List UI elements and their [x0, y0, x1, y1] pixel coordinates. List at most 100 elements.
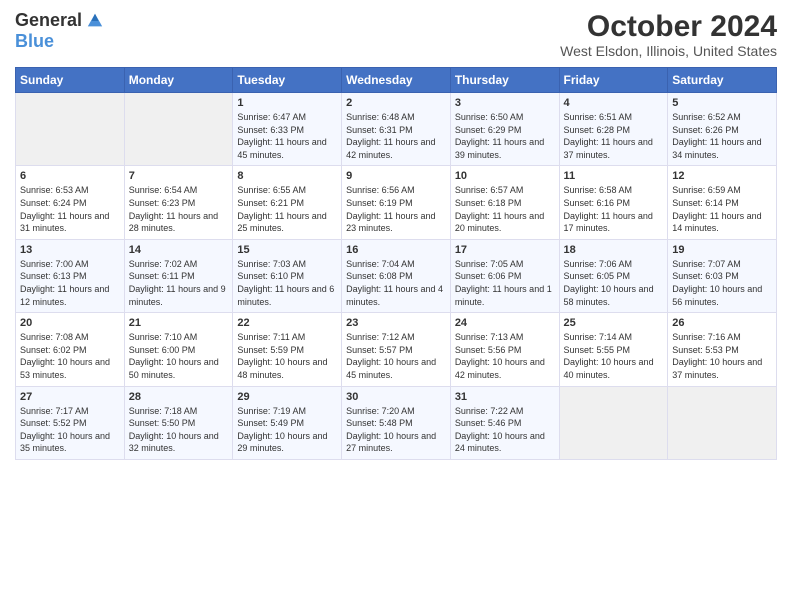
- calendar-cell: 29 Sunrise: 7:19 AMSunset: 5:49 PMDayligh…: [233, 386, 342, 459]
- day-number: 14: [129, 244, 229, 256]
- day-info: Sunrise: 6:47 AMSunset: 6:33 PMDaylight:…: [237, 111, 337, 161]
- day-info: Sunrise: 7:11 AMSunset: 5:59 PMDaylight:…: [237, 331, 337, 381]
- col-monday: Monday: [124, 68, 233, 93]
- calendar-cell: 1 Sunrise: 6:47 AMSunset: 6:33 PMDaylight…: [233, 93, 342, 166]
- calendar-cell: 10Sunrise: 6:57 AMSunset: 6:18 PMDayligh…: [450, 166, 559, 239]
- calendar-week-1: 1 Sunrise: 6:47 AMSunset: 6:33 PMDaylight…: [16, 93, 777, 166]
- day-number: 27: [20, 391, 120, 403]
- logo-blue-text: Blue: [15, 31, 54, 52]
- page: General Blue October 2024 West Elsdon, I…: [0, 0, 792, 612]
- day-info: Sunrise: 7:00 AMSunset: 6:13 PMDaylight:…: [20, 258, 120, 308]
- day-info: Sunrise: 6:51 AMSunset: 6:28 PMDaylight:…: [564, 111, 664, 161]
- calendar-cell: 22 Sunrise: 7:11 AMSunset: 5:59 PMDayligh…: [233, 313, 342, 386]
- logo-icon: [86, 12, 104, 30]
- day-info: Sunrise: 6:54 AMSunset: 6:23 PMDaylight:…: [129, 184, 229, 234]
- calendar-cell: 24Sunrise: 7:13 AMSunset: 5:56 PMDayligh…: [450, 313, 559, 386]
- day-number: 3: [455, 97, 555, 109]
- day-number: 31: [455, 391, 555, 403]
- day-number: 2: [346, 97, 446, 109]
- day-info: Sunrise: 7:19 AMSunset: 5:49 PMDaylight:…: [237, 405, 337, 455]
- calendar-cell: 14 Sunrise: 7:02 AMSunset: 6:11 PMDayligh…: [124, 239, 233, 312]
- col-sunday: Sunday: [16, 68, 125, 93]
- col-wednesday: Wednesday: [342, 68, 451, 93]
- day-number: 20: [20, 317, 120, 329]
- day-number: 23: [346, 317, 446, 329]
- calendar-cell: 16 Sunrise: 7:04 AMSunset: 6:08 PMDayligh…: [342, 239, 451, 312]
- day-info: Sunrise: 6:50 AMSunset: 6:29 PMDaylight:…: [455, 111, 555, 161]
- day-info: Sunrise: 6:53 AMSunset: 6:24 PMDaylight:…: [20, 184, 120, 234]
- calendar-cell: 11Sunrise: 6:58 AMSunset: 6:16 PMDayligh…: [559, 166, 668, 239]
- day-info: Sunrise: 7:13 AMSunset: 5:56 PMDaylight:…: [455, 331, 555, 381]
- day-number: 17: [455, 244, 555, 256]
- calendar-cell: 9 Sunrise: 6:56 AMSunset: 6:19 PMDaylight…: [342, 166, 451, 239]
- calendar-cell: 6 Sunrise: 6:53 AMSunset: 6:24 PMDaylight…: [16, 166, 125, 239]
- day-number: 18: [564, 244, 664, 256]
- day-number: 15: [237, 244, 337, 256]
- day-info: Sunrise: 7:02 AMSunset: 6:11 PMDaylight:…: [129, 258, 229, 308]
- calendar-cell: 15 Sunrise: 7:03 AMSunset: 6:10 PMDayligh…: [233, 239, 342, 312]
- calendar-cell: 7Sunrise: 6:54 AMSunset: 6:23 PMDaylight…: [124, 166, 233, 239]
- calendar-cell: 19 Sunrise: 7:07 AMSunset: 6:03 PMDayligh…: [668, 239, 777, 312]
- col-tuesday: Tuesday: [233, 68, 342, 93]
- day-number: 9: [346, 170, 446, 182]
- day-info: Sunrise: 7:07 AMSunset: 6:03 PMDaylight:…: [672, 258, 772, 308]
- day-info: Sunrise: 7:06 AMSunset: 6:05 PMDaylight:…: [564, 258, 664, 308]
- day-info: Sunrise: 6:56 AMSunset: 6:19 PMDaylight:…: [346, 184, 446, 234]
- title-block: October 2024 West Elsdon, Illinois, Unit…: [560, 10, 777, 59]
- month-title: October 2024: [560, 10, 777, 43]
- calendar-cell: 31 Sunrise: 7:22 AMSunset: 5:46 PMDayligh…: [450, 386, 559, 459]
- calendar-cell: [668, 386, 777, 459]
- calendar-week-3: 13Sunrise: 7:00 AMSunset: 6:13 PMDayligh…: [16, 239, 777, 312]
- day-number: 16: [346, 244, 446, 256]
- day-info: Sunrise: 6:57 AMSunset: 6:18 PMDaylight:…: [455, 184, 555, 234]
- col-friday: Friday: [559, 68, 668, 93]
- calendar-week-4: 20 Sunrise: 7:08 AMSunset: 6:02 PMDayligh…: [16, 313, 777, 386]
- location: West Elsdon, Illinois, United States: [560, 43, 777, 59]
- calendar-table: Sunday Monday Tuesday Wednesday Thursday…: [15, 67, 777, 460]
- calendar-week-2: 6 Sunrise: 6:53 AMSunset: 6:24 PMDaylight…: [16, 166, 777, 239]
- header-row: Sunday Monday Tuesday Wednesday Thursday…: [16, 68, 777, 93]
- calendar-cell: 25 Sunrise: 7:14 AMSunset: 5:55 PMDayligh…: [559, 313, 668, 386]
- day-info: Sunrise: 7:12 AMSunset: 5:57 PMDaylight:…: [346, 331, 446, 381]
- calendar-cell: 27Sunrise: 7:17 AMSunset: 5:52 PMDayligh…: [16, 386, 125, 459]
- day-number: 21: [129, 317, 229, 329]
- day-number: 22: [237, 317, 337, 329]
- calendar-cell: [559, 386, 668, 459]
- day-info: Sunrise: 6:55 AMSunset: 6:21 PMDaylight:…: [237, 184, 337, 234]
- calendar-cell: 3 Sunrise: 6:50 AMSunset: 6:29 PMDaylight…: [450, 93, 559, 166]
- calendar-cell: 20 Sunrise: 7:08 AMSunset: 6:02 PMDayligh…: [16, 313, 125, 386]
- calendar-cell: 2 Sunrise: 6:48 AMSunset: 6:31 PMDaylight…: [342, 93, 451, 166]
- day-number: 8: [237, 170, 337, 182]
- header: General Blue October 2024 West Elsdon, I…: [15, 10, 777, 59]
- day-info: Sunrise: 7:04 AMSunset: 6:08 PMDaylight:…: [346, 258, 446, 308]
- day-number: 1: [237, 97, 337, 109]
- calendar-cell: 17Sunrise: 7:05 AMSunset: 6:06 PMDayligh…: [450, 239, 559, 312]
- day-info: Sunrise: 7:08 AMSunset: 6:02 PMDaylight:…: [20, 331, 120, 381]
- day-info: Sunrise: 7:03 AMSunset: 6:10 PMDaylight:…: [237, 258, 337, 308]
- day-number: 25: [564, 317, 664, 329]
- calendar-cell: 13Sunrise: 7:00 AMSunset: 6:13 PMDayligh…: [16, 239, 125, 312]
- day-number: 28: [129, 391, 229, 403]
- day-info: Sunrise: 7:20 AMSunset: 5:48 PMDaylight:…: [346, 405, 446, 455]
- logo-general-text: General: [15, 10, 82, 31]
- calendar-cell: 12Sunrise: 6:59 AMSunset: 6:14 PMDayligh…: [668, 166, 777, 239]
- day-info: Sunrise: 6:52 AMSunset: 6:26 PMDaylight:…: [672, 111, 772, 161]
- calendar-cell: 5Sunrise: 6:52 AMSunset: 6:26 PMDaylight…: [668, 93, 777, 166]
- calendar-cell: 26Sunrise: 7:16 AMSunset: 5:53 PMDayligh…: [668, 313, 777, 386]
- logo: General Blue: [15, 10, 104, 52]
- day-info: Sunrise: 7:18 AMSunset: 5:50 PMDaylight:…: [129, 405, 229, 455]
- day-info: Sunrise: 7:10 AMSunset: 6:00 PMDaylight:…: [129, 331, 229, 381]
- calendar-cell: 30Sunrise: 7:20 AMSunset: 5:48 PMDayligh…: [342, 386, 451, 459]
- calendar-cell: 23 Sunrise: 7:12 AMSunset: 5:57 PMDayligh…: [342, 313, 451, 386]
- calendar-cell: [124, 93, 233, 166]
- day-info: Sunrise: 7:14 AMSunset: 5:55 PMDaylight:…: [564, 331, 664, 381]
- day-number: 29: [237, 391, 337, 403]
- day-number: 6: [20, 170, 120, 182]
- calendar-cell: 21 Sunrise: 7:10 AMSunset: 6:00 PMDayligh…: [124, 313, 233, 386]
- calendar-cell: 18 Sunrise: 7:06 AMSunset: 6:05 PMDayligh…: [559, 239, 668, 312]
- day-info: Sunrise: 6:48 AMSunset: 6:31 PMDaylight:…: [346, 111, 446, 161]
- calendar-week-5: 27Sunrise: 7:17 AMSunset: 5:52 PMDayligh…: [16, 386, 777, 459]
- day-number: 19: [672, 244, 772, 256]
- calendar-cell: 28 Sunrise: 7:18 AMSunset: 5:50 PMDayligh…: [124, 386, 233, 459]
- day-info: Sunrise: 7:22 AMSunset: 5:46 PMDaylight:…: [455, 405, 555, 455]
